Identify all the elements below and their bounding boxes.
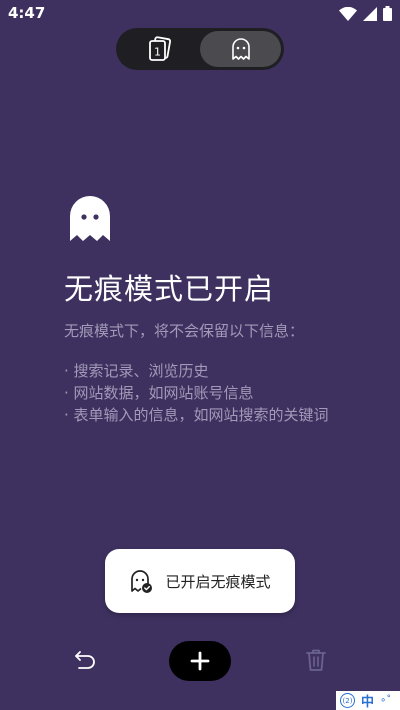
ghost-icon [231, 38, 250, 60]
incognito-info-list: · 搜索记录、浏览历史 · 网站数据，如网站账号信息 · 表单输入的信息，如网站… [64, 360, 329, 426]
list-item: · 表单输入的信息，如网站搜索的关键词 [64, 406, 329, 424]
status-bar: 4:47 [0, 0, 400, 28]
ime-indicator[interactable]: (2) 中 ∘˚ [336, 691, 400, 710]
toast-text: 已开启无痕模式 [165, 572, 271, 591]
add-tab-button[interactable] [169, 641, 231, 681]
undo-icon [75, 651, 95, 669]
tab-count: 1 [154, 46, 161, 59]
incognito-toast: 已开启无痕模式 [105, 549, 295, 613]
ime-dots-icon: ∘˚ [380, 695, 392, 706]
list-item: · 搜索记录、浏览历史 [64, 362, 209, 380]
signal-icon [363, 6, 377, 21]
tab-switcher: 1 [116, 28, 284, 70]
delete-button[interactable] [302, 646, 330, 674]
battery-icon [383, 6, 392, 21]
list-item: · 网站数据，如网站账号信息 [64, 384, 254, 402]
incognito-subtitle: 无痕模式下，将不会保留以下信息： [64, 322, 305, 340]
undo-button[interactable] [72, 646, 100, 674]
plus-icon [190, 651, 210, 671]
incognito-ghost-icon [70, 196, 110, 241]
incognito-title: 无痕模式已开启 [64, 272, 275, 306]
ime-badge: (2) [340, 693, 355, 708]
ghost-check-icon [131, 570, 153, 593]
status-icons [339, 6, 392, 21]
tab-normal[interactable]: 1 [119, 31, 200, 67]
status-time: 4:47 [8, 4, 46, 22]
trash-icon [306, 649, 326, 671]
card-count-icon: 1 [148, 36, 171, 61]
wifi-icon [339, 6, 357, 21]
tab-incognito[interactable] [200, 31, 281, 67]
bottom-toolbar [0, 640, 400, 682]
ime-language: 中 [361, 695, 375, 710]
